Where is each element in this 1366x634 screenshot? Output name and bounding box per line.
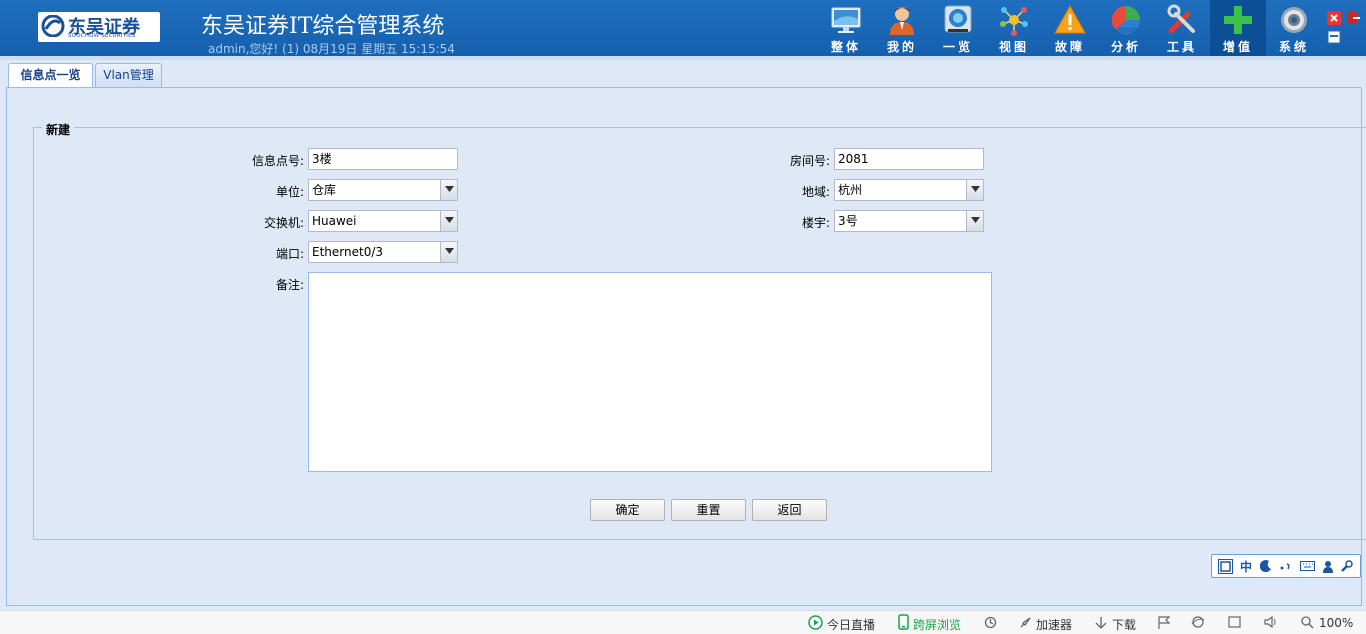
pie-chart-icon [1111,5,1141,35]
cross-screen-link[interactable]: 跨屏浏览 [913,616,961,633]
play-circle-icon[interactable] [808,615,823,630]
ime-toolbar[interactable]: 中 [1211,554,1361,578]
chevron-down-icon [971,186,980,192]
plus-icon [1224,6,1252,34]
region-select-value: 杭州 [838,183,863,197]
switch-select-value: Huawei [312,214,357,228]
keyboard-icon[interactable] [1300,561,1315,571]
browser-status-bar: 今日直播 跨屏浏览 加速器 下载 100% [0,610,1366,634]
ime-mode-label[interactable]: 中 [1240,558,1252,575]
dropdown-button[interactable] [966,211,983,231]
tab-info-points[interactable]: 信息点一览 [8,63,93,88]
port-label: 端口: [275,247,304,261]
warning-icon [1054,4,1086,34]
refresh-icon[interactable] [984,616,997,629]
wrench-icon[interactable] [1340,560,1353,573]
nav-analysis[interactable]: 分析 [1098,0,1154,56]
user-greeting: admin,您好! (1) 08月19日 星期五 15:15:54 [208,42,455,56]
monitor-icon [831,7,861,33]
logout-icon[interactable] [1347,11,1361,25]
chevron-down-icon [445,248,454,254]
rocket-icon[interactable] [1019,616,1032,629]
network-view-icon [1000,7,1028,36]
nav-label: 视图 [998,40,1029,54]
logo-mark-icon [41,15,65,37]
info-point-label: 信息点号: [251,154,304,168]
nav-label: 增值 [1222,40,1253,54]
port-select-value: Ethernet0/3 [312,245,384,259]
nav-label: 分析 [1110,40,1141,54]
nav-system[interactable]: 系统 [1266,0,1322,56]
nav-label: 系统 [1278,40,1309,54]
nav-label: 故障 [1054,40,1085,54]
moon-icon[interactable] [1260,560,1272,572]
reset-button[interactable]: 重置 [671,499,746,521]
unit-select-value: 仓库 [312,183,337,197]
building-select-value: 3号 [838,214,858,228]
room-label: 房间号: [789,154,830,168]
tools-icon [1167,4,1195,34]
nav-overview[interactable]: 一览 [930,0,986,56]
zoom-level[interactable]: 100% [1319,616,1353,630]
close-icon[interactable] [1327,11,1341,25]
nav-label: 工具 [1166,40,1197,54]
logo-subtitle: SOOCHOW SECURITIES [68,33,136,39]
port-select[interactable]: Ethernet0/3 [308,241,458,263]
nav-fault[interactable]: 故障 [1042,0,1098,56]
nav-view[interactable]: 视图 [986,0,1042,56]
dropdown-button[interactable] [440,242,457,262]
ime-logo-icon[interactable] [1218,559,1233,574]
tab-vlan[interactable]: Vlan管理 [95,63,162,87]
user-icon[interactable] [1322,560,1334,573]
phone-icon[interactable] [898,614,909,630]
live-link[interactable]: 今日直播 [827,616,875,633]
switch-label: 交换机: [263,216,304,230]
speaker-icon[interactable] [1264,616,1278,628]
chevron-down-icon [445,217,454,223]
nav-value-added[interactable]: 增值 [1210,0,1266,56]
nav-tools[interactable]: 工具 [1154,0,1210,56]
system-title: 东吴证券IT综合管理系统 [201,14,445,39]
remark-label: 备注: [275,278,304,292]
confirm-button[interactable]: 确定 [590,499,665,521]
accelerator-link[interactable]: 加速器 [1036,616,1072,633]
chevron-down-icon [971,217,980,223]
window-restore-icon[interactable] [1228,616,1241,628]
window-icon[interactable] [1327,30,1341,44]
soochow-logo: 东吴证券 SOOCHOW SECURITIES [38,12,160,42]
download-link[interactable]: 下载 [1112,616,1136,633]
nav-label: 我的 [886,40,917,54]
nav-mine[interactable]: 我的 [874,0,930,56]
nav-overall[interactable]: 整体 [818,0,874,56]
dropdown-button[interactable] [440,180,457,200]
back-button[interactable]: 返回 [752,499,827,521]
region-select[interactable]: 杭州 [834,179,984,201]
overview-icon [944,5,972,33]
ie-icon[interactable] [1191,615,1205,629]
flag-icon[interactable] [1158,616,1170,629]
form-legend: 新建 [42,121,75,138]
building-select[interactable]: 3号 [834,210,984,232]
app-header: 东吴证券 SOOCHOW SECURITIES 东吴证券IT综合管理系统 adm… [0,0,1366,56]
remark-textarea[interactable] [308,272,992,472]
building-label: 楼宇: [801,216,830,230]
unit-label: 单位: [275,185,304,199]
punctuation-icon[interactable] [1280,563,1292,571]
region-label: 地域: [801,185,830,199]
switch-select[interactable]: Huawei [308,210,458,232]
nav-label: 一览 [942,40,973,54]
dropdown-button[interactable] [440,211,457,231]
download-icon[interactable] [1095,616,1107,630]
chevron-down-icon [445,186,454,192]
tab-bar [0,56,1366,88]
zoom-icon[interactable] [1301,616,1314,629]
user-icon [890,7,914,35]
dropdown-button[interactable] [966,180,983,200]
unit-select[interactable]: 仓库 [308,179,458,201]
gear-icon [1281,7,1307,33]
room-input[interactable]: 2081 [834,148,984,170]
info-point-input[interactable]: 3楼 [308,148,458,170]
nav-label: 整体 [830,40,861,54]
